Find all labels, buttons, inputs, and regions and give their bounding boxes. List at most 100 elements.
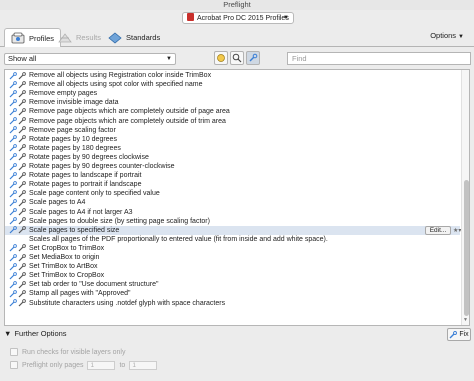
fixup-wrench-icon: [18, 171, 26, 180]
fixup-row[interactable]: Remove all objects using Registration co…: [5, 71, 460, 80]
preflight-only-pages-checkbox[interactable]: [10, 361, 18, 369]
fixup-row[interactable]: Scale pages to A4: [5, 198, 460, 207]
options-menu[interactable]: Options ▼: [430, 31, 464, 40]
scrollbar-thumb[interactable]: [464, 180, 469, 316]
fixup-icons: [5, 253, 29, 262]
fixup-row[interactable]: Set TrimBox to CropBox: [5, 271, 460, 280]
find-input[interactable]: Find: [287, 52, 471, 65]
fixup-label: Set TrimBox to ArtBox: [29, 263, 98, 271]
fixup-label: Scale pages to A4: [29, 199, 86, 207]
fixup-wrench-icon: [18, 126, 26, 134]
fixup-row[interactable]: Scale pages to specified size Edit... ★▾: [5, 225, 461, 235]
fixup-icons: [5, 171, 29, 180]
fixup-row[interactable]: Rotate pages by 90 degrees counter-clock…: [5, 162, 460, 171]
wrench-icon: [9, 208, 17, 216]
fixup-row[interactable]: Set TrimBox to ArtBox: [5, 262, 460, 271]
show-filter-dropdown[interactable]: Show all ▼: [4, 53, 176, 65]
fixup-label: Remove empty pages: [29, 90, 98, 98]
fixup-icons: [5, 280, 29, 289]
fixup-icons: [5, 299, 29, 307]
fixup-row[interactable]: Rotate pages by 180 degrees: [5, 144, 460, 153]
wrench-icon: [9, 108, 17, 116]
fixup-row[interactable]: Scale pages to A4 if not larger A3: [5, 208, 460, 217]
fixup-label: Rotate pages by 90 degrees clockwise: [29, 153, 149, 161]
tab-results[interactable]: Results: [52, 29, 107, 46]
fixup-icons: [5, 271, 29, 280]
show-profiles-button[interactable]: [214, 51, 228, 65]
scroll-down-icon[interactable]: ▼: [463, 317, 468, 323]
fix-button[interactable]: Fix: [447, 328, 471, 341]
fixup-row[interactable]: Remove page objects which are completely…: [5, 117, 460, 126]
fixup-label: Set CropBox to TrimBox: [29, 244, 105, 252]
fixup-row[interactable]: Set MediaBox to origin: [5, 253, 460, 262]
profile-library-dropdown[interactable]: Acrobat Pro DC 2015 Profiles ▼: [182, 12, 294, 24]
fixup-label: Set TrimBox to CropBox: [29, 272, 105, 280]
fixup-row[interactable]: Set tab order to "Use document structure…: [5, 280, 460, 289]
fixup-label: Set MediaBox to origin: [29, 254, 100, 261]
further-options-toggle[interactable]: ▼ Further Options: [4, 328, 67, 338]
wrench-icon: [9, 189, 17, 198]
profile-library-value: Acrobat Pro DC 2015 Profiles: [197, 15, 289, 22]
wrench-icon: [9, 171, 17, 180]
fixup-row[interactable]: Remove invisible image data: [5, 98, 460, 107]
results-icon: [58, 32, 72, 42]
fixup-icons: [5, 153, 29, 161]
fixup-label: Remove invisible image data: [29, 99, 119, 107]
pdf-icon: [187, 13, 194, 21]
fixup-wrench-icon: [18, 299, 26, 307]
fixup-icons: [5, 89, 29, 98]
fixup-icons: [5, 126, 29, 134]
fixup-row[interactable]: Scale page content only to specified val…: [5, 189, 460, 198]
wrench-icon: [9, 153, 17, 161]
fixup-wrench-icon: [18, 244, 26, 252]
vertical-scrollbar[interactable]: ▲ ▼: [461, 70, 469, 325]
page-to-field[interactable]: 1: [129, 360, 158, 370]
fixup-label: Remove page scaling factor: [29, 126, 116, 134]
standards-icon: [108, 31, 122, 44]
edit-fixup-button[interactable]: Edit...: [425, 225, 451, 235]
wrench-icon: [9, 89, 17, 98]
fixup-row[interactable]: Remove page objects which are completely…: [5, 107, 460, 116]
page-from-field[interactable]: 1: [87, 360, 116, 370]
fixup-row[interactable]: Set CropBox to TrimBox: [5, 244, 460, 253]
wrench-icon: [9, 199, 17, 207]
wrench-icon: [9, 244, 17, 252]
fixup-icons: [5, 71, 29, 80]
chevron-down-icon: ▼: [458, 34, 464, 40]
fixup-row[interactable]: Remove all objects using spot color with…: [5, 80, 460, 89]
fixup-icons: [5, 108, 29, 116]
fixup-label: Stamp all pages with "Approved": [29, 290, 131, 298]
tab-standards[interactable]: Standards: [102, 29, 166, 46]
fixup-row[interactable]: Substitute characters using .notdef glyp…: [5, 299, 460, 308]
fixup-label: Set tab order to "Use document structure…: [29, 281, 159, 289]
fixup-wrench-icon: [18, 271, 26, 280]
wrench-icon: [249, 53, 258, 62]
fixup-row[interactable]: Remove page scaling factor: [5, 126, 460, 135]
wrench-icon: [9, 162, 17, 170]
wrench-icon: [9, 226, 17, 234]
magnifier-icon: [232, 53, 242, 63]
wrench-icon: [9, 271, 17, 280]
fixup-icons: [5, 144, 29, 152]
fixup-label: Scale page content only to specified val…: [29, 190, 160, 198]
fixup-icons: [5, 226, 29, 234]
fixup-icons: [5, 162, 29, 171]
tab-profiles-label: Profiles: [29, 33, 55, 43]
fixup-row[interactable]: Rotate pages by 90 degrees clockwise: [5, 153, 460, 162]
fixup-row[interactable]: Rotate pages to landscape if portrait: [5, 171, 460, 180]
fixup-row[interactable]: Scale pages to double size (by setting p…: [5, 217, 460, 226]
fixup-wrench-icon: [18, 108, 26, 116]
further-options-label: Further Options: [14, 328, 67, 338]
preflight-only-pages-label: Preflight only pages: [22, 361, 84, 369]
show-checks-button[interactable]: [230, 51, 244, 65]
fixup-row[interactable]: Rotate pages to portrait if landscape: [5, 180, 460, 189]
fixup-row[interactable]: Rotate pages by 10 degrees: [5, 135, 460, 144]
fixup-wrench-icon: [18, 180, 26, 189]
fixup-label: Scale pages to double size (by setting p…: [29, 217, 210, 225]
chevron-down-icon: ▼: [166, 56, 172, 62]
fixup-row[interactable]: Stamp all pages with "Approved": [5, 289, 460, 298]
show-fixups-button[interactable]: [246, 51, 260, 65]
run-checks-visible-layers-checkbox[interactable]: [10, 348, 18, 356]
fixup-label: Scale pages to A4 if not larger A3: [29, 208, 133, 216]
fixup-row[interactable]: Remove empty pages: [5, 89, 460, 98]
